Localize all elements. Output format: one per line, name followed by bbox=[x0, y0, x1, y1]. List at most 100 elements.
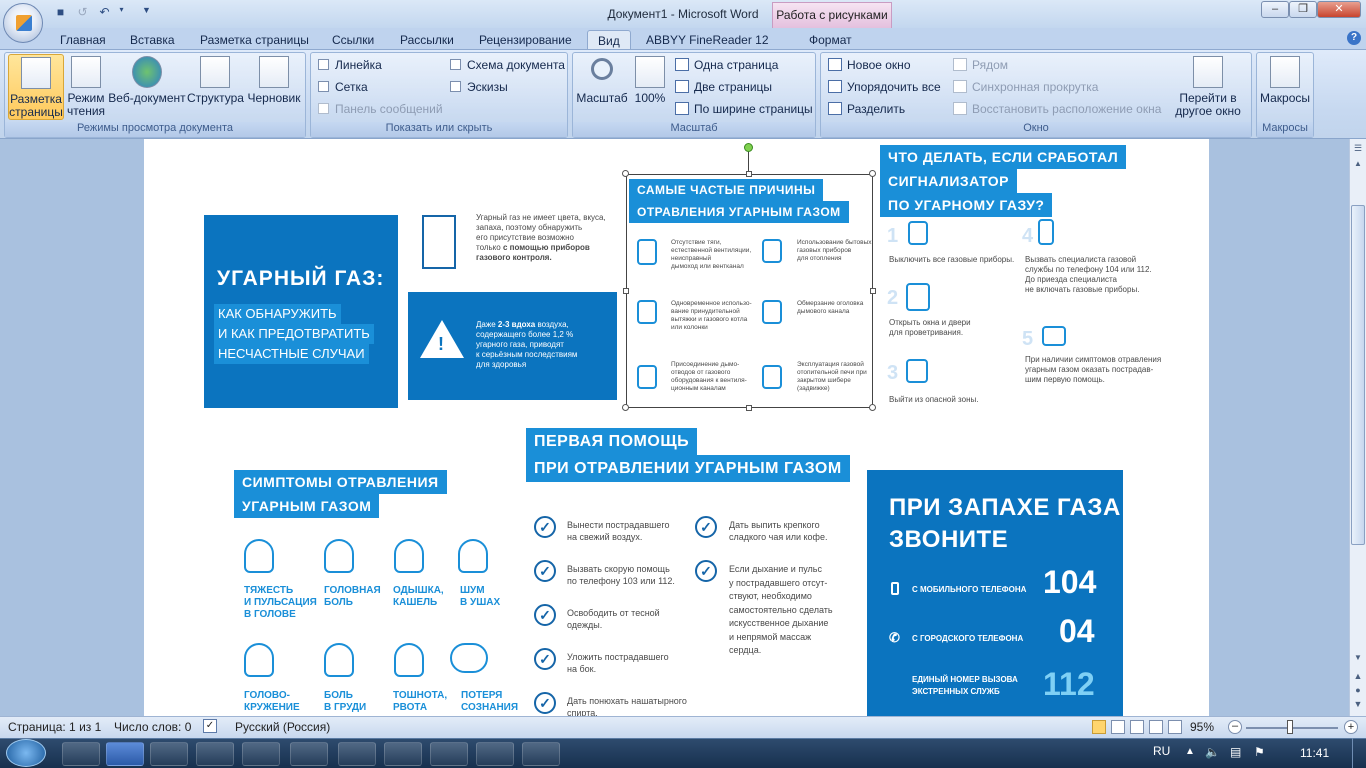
taskbar-calculator-icon[interactable] bbox=[62, 742, 100, 766]
zoom-level[interactable]: 95% bbox=[1190, 720, 1214, 734]
resize-handle[interactable] bbox=[623, 288, 629, 294]
print-layout-button[interactable]: Разметка страницы bbox=[8, 54, 64, 120]
macros-button[interactable]: Макросы bbox=[1258, 54, 1312, 120]
input-language[interactable]: RU bbox=[1153, 744, 1170, 758]
globe-icon bbox=[132, 56, 162, 88]
taskbar-app-icon[interactable] bbox=[242, 742, 280, 766]
vertical-scrollbar[interactable]: ☰ ▲ ▼ ▲ ● ▼ bbox=[1349, 139, 1366, 716]
new-window-button[interactable]: Новое окно bbox=[828, 56, 911, 74]
checkmark-icon: ✓ bbox=[695, 516, 717, 538]
taskbar-explorer-icon[interactable] bbox=[430, 742, 468, 766]
split-button[interactable]: Разделить bbox=[828, 100, 905, 118]
taskbar-word-icon[interactable] bbox=[106, 742, 144, 766]
zoom-button[interactable]: Масштаб bbox=[576, 54, 628, 120]
view-reading-icon[interactable] bbox=[1111, 720, 1125, 734]
aid-step: Вызвать скорую помощь по телефону 103 или… bbox=[567, 564, 675, 586]
tray-expand-icon[interactable]: ▲ bbox=[1185, 746, 1195, 757]
document-map-checkbox[interactable]: Схема документа bbox=[450, 56, 565, 74]
tab-home[interactable]: Главная bbox=[50, 30, 116, 50]
ruler-checkbox[interactable]: Линейка bbox=[318, 56, 382, 74]
tab-view[interactable]: Вид bbox=[587, 30, 631, 50]
stove-icon bbox=[762, 239, 782, 265]
button-label: Веб-документ bbox=[108, 91, 186, 105]
view-print-layout-icon[interactable] bbox=[1092, 720, 1106, 734]
view-draft-icon[interactable] bbox=[1168, 720, 1182, 734]
tab-insert[interactable]: Вставка bbox=[120, 30, 185, 50]
causes-image[interactable]: САМЫЕ ЧАСТЫЕ ПРИЧИНЫ ОТРАВЛЕНИЯ УГАРНЫМ … bbox=[626, 174, 873, 408]
button-label: Макросы bbox=[1259, 91, 1311, 105]
spellcheck-icon[interactable]: ✓ bbox=[203, 719, 217, 733]
taskbar-onenote-icon[interactable] bbox=[338, 742, 376, 766]
start-button[interactable] bbox=[6, 739, 46, 767]
taskbar-recorder-icon[interactable] bbox=[384, 742, 422, 766]
switch-window-icon bbox=[1193, 56, 1223, 88]
scroll-down-icon[interactable]: ▼ bbox=[1352, 653, 1364, 665]
tab-review[interactable]: Рецензирование bbox=[469, 30, 582, 50]
action-center-icon[interactable]: ⚑ bbox=[1254, 745, 1265, 759]
gridlines-checkbox[interactable]: Сетка bbox=[318, 78, 368, 96]
outline-button[interactable]: Структура bbox=[187, 54, 244, 120]
taskbar-sublime-icon[interactable] bbox=[196, 742, 234, 766]
browse-object-icon[interactable]: ● bbox=[1352, 685, 1364, 697]
volume-icon[interactable]: 🔈 bbox=[1205, 745, 1220, 759]
view-web-icon[interactable] bbox=[1130, 720, 1144, 734]
page-indicator[interactable]: Страница: 1 из 1 bbox=[8, 720, 101, 734]
tab-format[interactable]: Формат bbox=[799, 30, 862, 50]
rotate-handle[interactable] bbox=[744, 143, 753, 152]
step-text: Выйти из опасной зоны. bbox=[889, 395, 979, 404]
prev-page-icon[interactable]: ▲ bbox=[1352, 671, 1364, 683]
scroll-thumb[interactable] bbox=[1351, 205, 1365, 545]
symptom-label: ГОЛОВНАЯ БОЛЬ bbox=[324, 585, 381, 608]
show-desktop-button[interactable] bbox=[1352, 738, 1366, 768]
resize-handle[interactable] bbox=[869, 404, 876, 411]
maximize-button[interactable]: ❐ bbox=[1289, 1, 1317, 18]
taskbar-yandex-icon[interactable] bbox=[476, 742, 514, 766]
magnifier-icon bbox=[591, 58, 613, 80]
tab-mailings[interactable]: Рассылки bbox=[390, 30, 464, 50]
web-layout-button[interactable]: Веб-документ bbox=[108, 54, 186, 120]
two-pages-button[interactable]: Две страницы bbox=[675, 78, 772, 96]
switch-window-button[interactable]: Перейти в другое окно bbox=[1168, 54, 1248, 120]
resize-handle[interactable] bbox=[746, 171, 752, 177]
next-page-icon[interactable]: ▼ bbox=[1352, 699, 1364, 711]
taskbar-pdf-icon[interactable] bbox=[522, 742, 560, 766]
clock[interactable]: 11:41 bbox=[1300, 746, 1329, 760]
arrange-all-button[interactable]: Упорядочить все bbox=[828, 78, 941, 96]
tab-page-layout[interactable]: Разметка страницы bbox=[190, 30, 319, 50]
reading-mode-button[interactable]: Режим чтения bbox=[65, 54, 107, 120]
help-icon[interactable]: ? bbox=[1347, 31, 1361, 45]
page-100-icon bbox=[635, 56, 665, 88]
language-indicator[interactable]: Русский (Россия) bbox=[235, 720, 330, 734]
resize-handle[interactable] bbox=[622, 170, 629, 177]
page-width-button[interactable]: По ширине страницы bbox=[675, 100, 813, 118]
zoom-100-button[interactable]: 100% bbox=[630, 54, 670, 120]
scroll-up-icon[interactable]: ▲ bbox=[1352, 159, 1364, 171]
word-count[interactable]: Число слов: 0 bbox=[114, 720, 191, 734]
thumbnails-checkbox[interactable]: Эскизы bbox=[450, 78, 508, 96]
office-button[interactable] bbox=[3, 3, 43, 43]
resize-handle[interactable] bbox=[746, 405, 752, 411]
tab-references[interactable]: Ссылки bbox=[322, 30, 384, 50]
one-page-button[interactable]: Одна страница bbox=[675, 56, 778, 74]
ruler-toggle-icon[interactable]: ☰ bbox=[1352, 143, 1364, 155]
taskbar-opera-icon[interactable] bbox=[150, 742, 188, 766]
minimize-button[interactable]: – bbox=[1261, 1, 1289, 18]
close-button[interactable]: ✕ bbox=[1317, 1, 1361, 18]
resize-handle[interactable] bbox=[622, 404, 629, 411]
zoom-slider-thumb[interactable] bbox=[1287, 720, 1293, 734]
view-outline-icon[interactable] bbox=[1149, 720, 1163, 734]
checkmark-icon: ✓ bbox=[534, 692, 556, 714]
network-icon[interactable]: ▤ bbox=[1230, 745, 1241, 759]
zoom-in-icon[interactable]: + bbox=[1344, 720, 1358, 734]
document-page[interactable]: УГАРНЫЙ ГАЗ: КАК ОБНАРУЖИТЬ И КАК ПРЕДОТ… bbox=[144, 139, 1209, 716]
resize-handle[interactable] bbox=[870, 288, 876, 294]
reset-position-icon bbox=[953, 102, 967, 115]
tab-abbyy[interactable]: ABBYY FineReader 12 bbox=[636, 30, 779, 50]
draft-button[interactable]: Черновик bbox=[244, 54, 304, 120]
taskbar-paint-icon[interactable] bbox=[290, 742, 328, 766]
first-aid-kit-icon bbox=[1042, 326, 1068, 348]
zoom-out-icon[interactable]: – bbox=[1228, 720, 1242, 734]
resize-handle[interactable] bbox=[869, 170, 876, 177]
button-label: Режим чтения bbox=[66, 91, 106, 118]
cause-text: Одновременное использо-вание принудитель… bbox=[671, 300, 752, 331]
